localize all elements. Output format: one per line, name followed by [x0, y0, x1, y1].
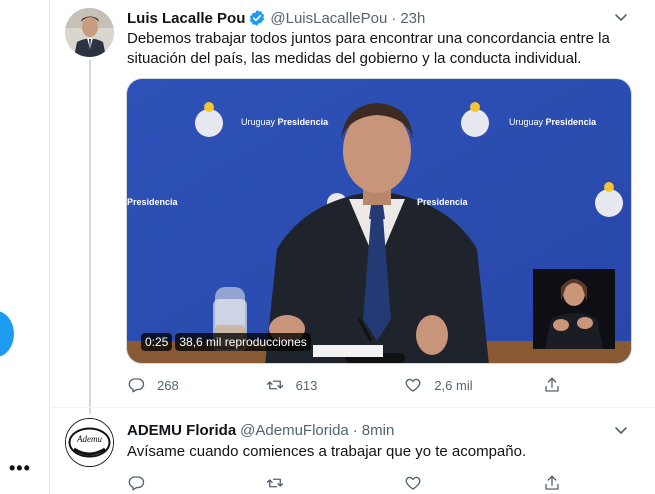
tweet-actions: [127, 474, 567, 492]
separator-dot: ·: [352, 422, 358, 439]
more-options-icon[interactable]: •••: [9, 458, 31, 479]
tweet-timestamp[interactable]: 8min: [362, 422, 395, 439]
reply-button[interactable]: [127, 474, 247, 492]
share-button[interactable]: [543, 376, 567, 394]
video-brand-label: Presidencia: [417, 197, 468, 207]
tweet[interactable]: Ademu ADEMU Florida @AdemuFlorida · 8min…: [51, 408, 655, 494]
tweet[interactable]: Luis Lacalle Pou @LuisLacallePou · 23h D…: [51, 0, 655, 414]
retweet-count: 613: [295, 377, 318, 393]
share-icon: [545, 475, 559, 490]
tweet-actions: 268 613 2,6 mil: [127, 376, 567, 394]
thread-connector: [89, 60, 91, 414]
retweet-button[interactable]: 613: [266, 376, 386, 394]
author-handle[interactable]: @AdemuFlorida: [240, 422, 349, 439]
retweet-button[interactable]: [266, 474, 386, 492]
reply-count: 268: [157, 377, 179, 393]
share-button[interactable]: [543, 474, 567, 492]
video-brand-label: Uruguay Presidencia: [241, 117, 329, 127]
left-sidebar: •••: [0, 0, 50, 494]
like-icon: [405, 378, 421, 392]
tweet-header: ADEMU Florida @AdemuFlorida · 8min: [127, 422, 394, 439]
reply-icon: [128, 378, 145, 393]
like-count: 2,6 mil: [434, 377, 473, 393]
tweet-text: Debemos trabajar todos juntos para encon…: [127, 30, 610, 67]
tweet-header: Luis Lacalle Pou @LuisLacallePou · 23h: [127, 9, 425, 27]
share-icon: [545, 377, 559, 392]
like-button[interactable]: 2,6 mil: [404, 376, 524, 394]
author-name[interactable]: Luis Lacalle Pou: [127, 10, 245, 27]
video-brand-label: Presidencia: [127, 197, 178, 207]
reply-button[interactable]: 268: [127, 376, 247, 394]
like-icon: [405, 476, 421, 490]
avatar[interactable]: [65, 8, 114, 57]
author-handle[interactable]: @LuisLacallePou: [270, 10, 387, 27]
like-button[interactable]: [404, 474, 524, 492]
video-brand-label: Uruguay Presidencia: [509, 117, 597, 127]
tweet-text: Avísame cuando comiences a trabajar que …: [127, 443, 527, 460]
separator-dot: ·: [391, 9, 397, 27]
video-duration: 0:25: [141, 333, 173, 351]
verified-badge-icon: [250, 10, 265, 26]
avatar[interactable]: Ademu: [65, 418, 114, 467]
avatar-logo-text: Ademu: [76, 434, 102, 444]
retweet-icon: [266, 380, 283, 390]
author-name[interactable]: ADEMU Florida: [127, 422, 236, 439]
retweet-icon: [266, 478, 283, 488]
caret-down-icon[interactable]: [613, 9, 629, 25]
video-views: 38,6 mil reproducciones: [175, 333, 311, 351]
compose-tweet-button[interactable]: [0, 311, 14, 357]
video-player[interactable]: Uruguay Presidencia Uruguay Presidencia …: [126, 78, 632, 364]
reply-icon: [128, 476, 145, 491]
caret-down-icon[interactable]: [613, 422, 629, 438]
tweet-timestamp[interactable]: 23h: [400, 10, 425, 27]
video-overlay: 0:25 38,6 mil reproducciones: [141, 333, 311, 351]
